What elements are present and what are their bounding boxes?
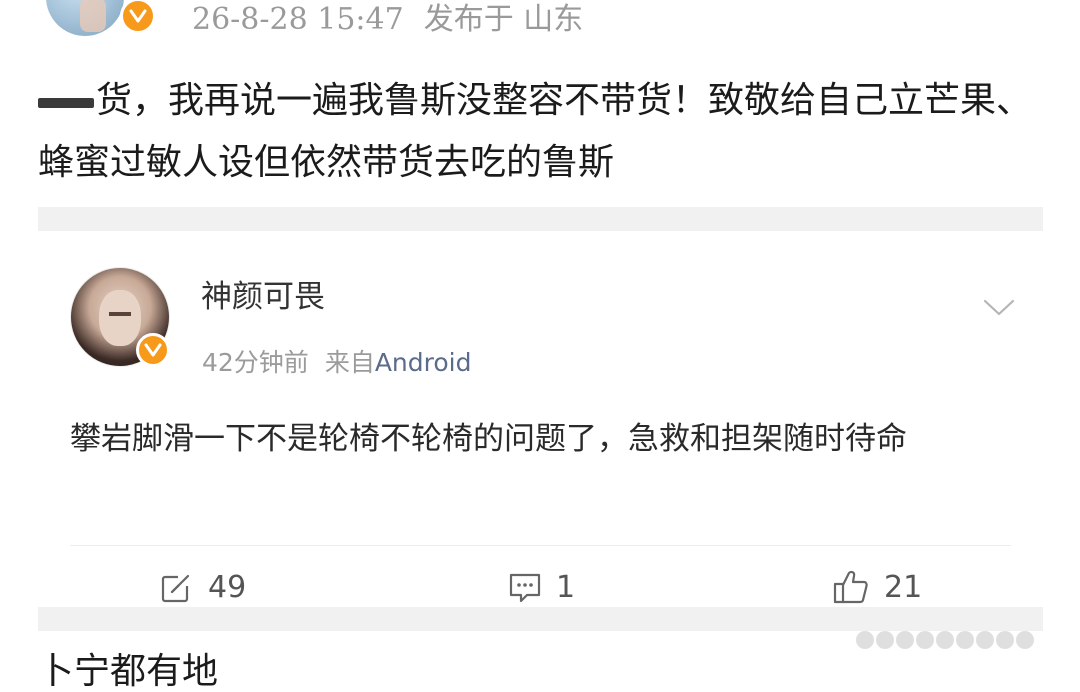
repost-icon bbox=[161, 570, 194, 603]
comment-source: Android bbox=[374, 348, 472, 377]
next-post-text: 卜宁都有地 bbox=[38, 651, 219, 692]
comment-text: 攀岩脚滑一下不是轮椅不轮椅的问题了，急救和担架随时待命 bbox=[70, 421, 907, 457]
like-count: 21 bbox=[884, 569, 923, 605]
post-location: 发布于 山东 bbox=[423, 2, 584, 37]
divider bbox=[70, 545, 1011, 546]
chevron-down-icon[interactable] bbox=[983, 298, 1015, 318]
comment-icon bbox=[509, 573, 541, 603]
comment-meta: 42分钟前 来自Android bbox=[202, 347, 471, 379]
post-meta: 26-8-28 15:47 发布于 山东 bbox=[192, 0, 583, 40]
post-text-content: 货，我再说一遍我鲁斯没整容不带货！致敬给自己立芒果、蜂蜜过敏人设但依然带货去吃的… bbox=[38, 80, 1033, 183]
commenter-username[interactable]: 神颜可畏 bbox=[201, 277, 325, 317]
watermark bbox=[856, 631, 1066, 657]
action-bar: 49 1 21 bbox=[38, 553, 1043, 623]
redacted-text bbox=[38, 98, 94, 108]
like-button[interactable]: 21 bbox=[832, 567, 922, 607]
comment-time: 42分钟前 bbox=[202, 348, 309, 377]
comment-button[interactable]: 1 bbox=[508, 567, 575, 607]
source-prefix: 来自 bbox=[324, 348, 375, 377]
verified-badge-icon bbox=[120, 0, 156, 34]
comment-card[interactable]: 神颜可畏 42分钟前 来自Android 攀岩脚滑一下不是轮椅不轮椅的问题了，急救… bbox=[38, 207, 1043, 631]
repost-count: 49 bbox=[208, 569, 247, 605]
thumbs-up-icon bbox=[833, 570, 868, 604]
post-timestamp: 26-8-28 15:47 bbox=[192, 2, 404, 37]
comment-count: 1 bbox=[556, 569, 576, 605]
author-avatar[interactable] bbox=[46, 0, 124, 36]
verified-badge-icon bbox=[136, 333, 170, 367]
post-text: 货，我再说一遍我鲁斯没整容不带货！致敬给自己立芒果、蜂蜜过敏人设但依然带货去吃的… bbox=[38, 70, 1038, 194]
repost-button[interactable]: 49 bbox=[160, 567, 246, 607]
